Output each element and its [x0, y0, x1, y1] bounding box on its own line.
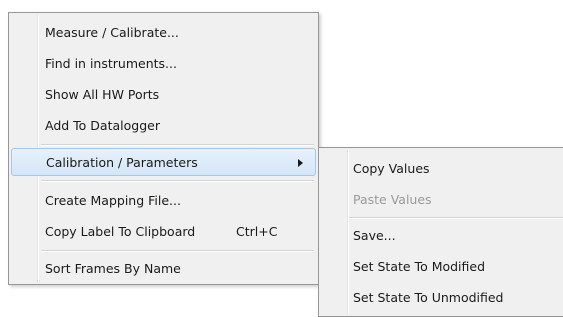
- menu-item-label: Find in instruments...: [45, 56, 177, 71]
- menu-item-measure-calibrate[interactable]: Measure / Calibrate...: [11, 19, 316, 47]
- menu-item-show-all-hw-ports[interactable]: Show All HW Ports: [11, 81, 316, 109]
- menu-item-paste-values: Paste Values: [321, 186, 563, 214]
- submenu-calibration-parameters: Copy Values Paste Values Save... Set Sta…: [318, 147, 563, 317]
- menu-item-label: Paste Values: [353, 192, 432, 207]
- menu-item-add-to-datalogger[interactable]: Add To Datalogger: [11, 112, 316, 140]
- menu-separator: [41, 180, 314, 182]
- menu-item-copy-label-to-clipboard[interactable]: Copy Label To Clipboard Ctrl+C: [11, 218, 316, 246]
- menu-item-save[interactable]: Save...: [321, 222, 563, 250]
- menu-item-copy-values[interactable]: Copy Values: [321, 155, 563, 183]
- menu-separator: [41, 144, 314, 146]
- menu-item-label: Save...: [353, 228, 396, 243]
- menu-item-label: Show All HW Ports: [45, 87, 160, 102]
- menu-item-label: Calibration / Parameters: [46, 155, 198, 170]
- menu-separator: [349, 217, 563, 219]
- shortcut-label: Ctrl+C: [236, 224, 278, 239]
- menu-item-set-state-to-modified[interactable]: Set State To Modified: [321, 253, 563, 281]
- menu-item-label: Measure / Calibrate...: [45, 25, 179, 40]
- menu-item-label: Copy Label To Clipboard: [45, 224, 196, 239]
- menu-item-calibration-parameters[interactable]: Calibration / Parameters: [11, 148, 316, 176]
- menu-item-label: Copy Values: [353, 161, 430, 176]
- submenu-arrow-icon: [298, 159, 303, 167]
- context-menu: Measure / Calibrate... Find in instrumen…: [8, 12, 319, 285]
- menu-item-sort-frames-by-name[interactable]: Sort Frames By Name: [11, 255, 316, 283]
- menu-item-find-in-instruments[interactable]: Find in instruments...: [11, 50, 316, 78]
- menu-item-label: Sort Frames By Name: [45, 261, 181, 276]
- menu-item-label: Set State To Unmodified: [353, 290, 504, 305]
- menu-separator: [41, 250, 314, 252]
- menu-item-label: Create Mapping File...: [45, 193, 181, 208]
- menu-item-set-state-to-unmodified[interactable]: Set State To Unmodified: [321, 284, 563, 312]
- menu-item-label: Add To Datalogger: [45, 118, 160, 133]
- menu-item-label: Set State To Modified: [353, 259, 486, 274]
- menu-item-create-mapping-file[interactable]: Create Mapping File...: [11, 187, 316, 215]
